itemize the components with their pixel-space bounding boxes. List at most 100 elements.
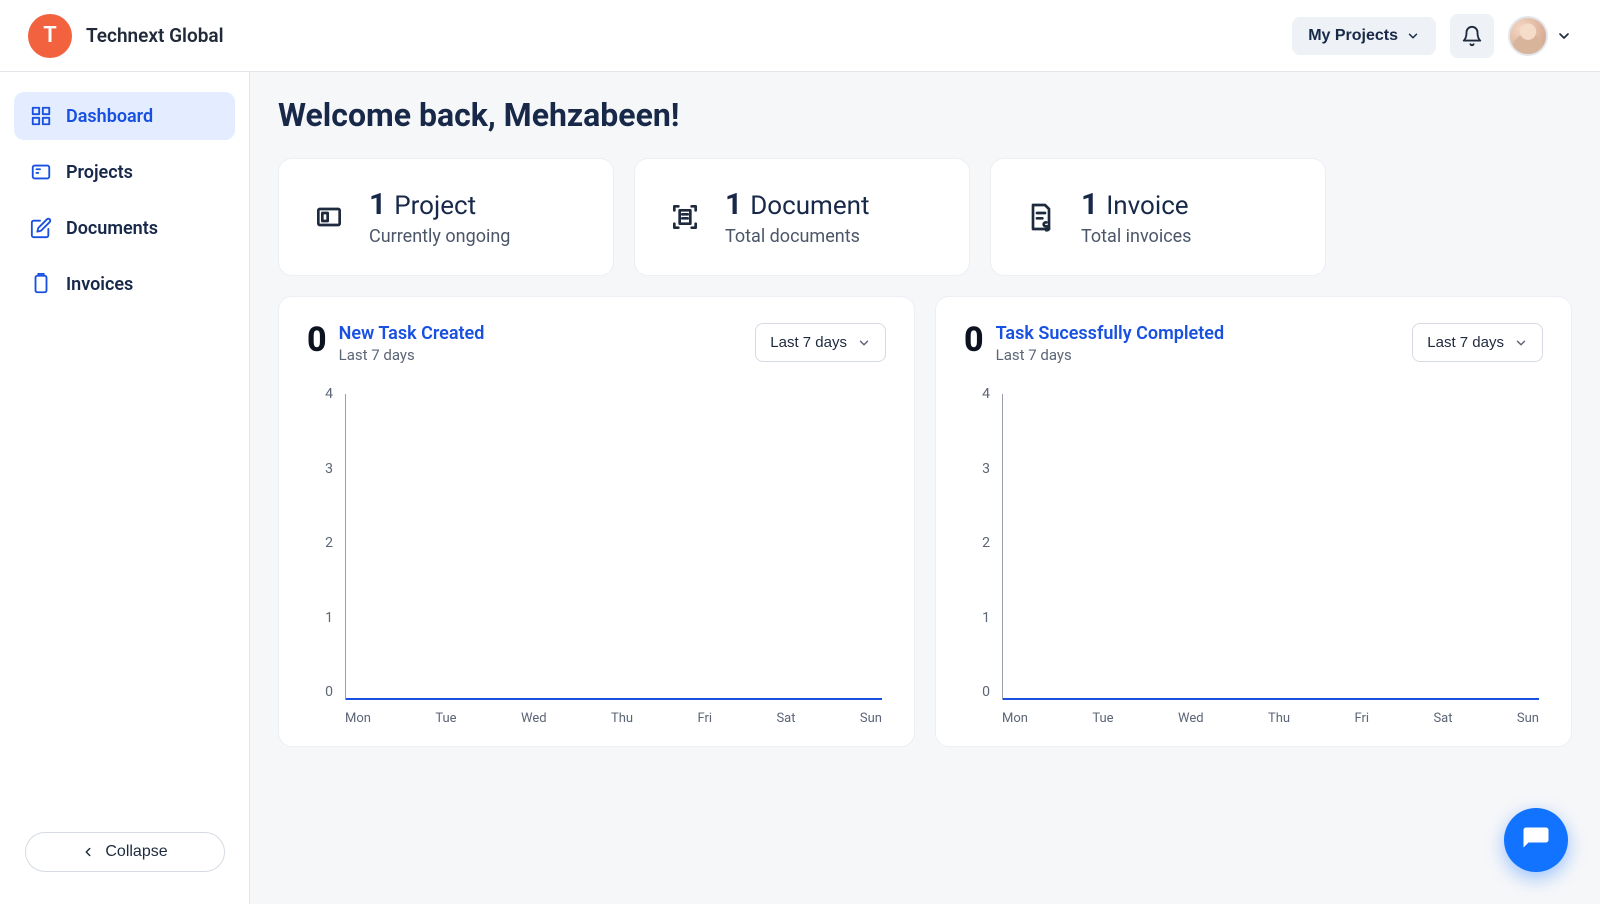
notifications-button[interactable] [1450, 14, 1494, 58]
topbar: T Technext Global My Projects [0, 0, 1600, 72]
invoice-icon [1023, 199, 1059, 235]
stat-card-document[interactable]: 1 Document Total documents [634, 158, 970, 276]
x-tick: Wed [521, 711, 547, 726]
x-tick: Fri [1354, 711, 1369, 726]
chart-plot: 4 3 2 1 0 Mon Tue Wed Thu Fri [964, 386, 1543, 726]
y-tick: 1 [325, 610, 339, 626]
chart-line [346, 698, 882, 700]
chevron-down-icon [1514, 336, 1528, 350]
y-tick: 3 [982, 461, 996, 477]
y-tick: 4 [982, 386, 996, 402]
chart-title-block: 0 Task Sucessfully Completed Last 7 days [964, 323, 1224, 364]
sidebar-item-dashboard[interactable]: Dashboard [14, 92, 235, 140]
invoices-icon [30, 273, 52, 295]
chart-bignum: 0 [964, 323, 984, 357]
x-tick: Sat [776, 711, 795, 726]
x-tick: Sun [1517, 711, 1539, 726]
documents-icon [30, 217, 52, 239]
chevron-left-icon [81, 845, 95, 859]
chart-title-block: 0 New Task Created Last 7 days [307, 323, 484, 364]
topbar-right: My Projects [1292, 14, 1572, 58]
x-axis: Mon Tue Wed Thu Fri Sat Sun [1002, 711, 1539, 726]
range-label: Last 7 days [770, 334, 847, 351]
chat-fab[interactable] [1504, 808, 1568, 872]
avatar [1508, 16, 1548, 56]
y-tick: 0 [982, 684, 996, 700]
y-axis: 4 3 2 1 0 [307, 386, 339, 700]
stat-card-invoice[interactable]: 1 Invoice Total invoices [990, 158, 1326, 276]
y-axis: 4 3 2 1 0 [964, 386, 996, 700]
stat-label: Document [750, 191, 869, 221]
main-content: Welcome back, Mehzabeen! 1 Project Curre… [250, 72, 1600, 904]
stat-count: 1 [1081, 187, 1098, 222]
bell-icon [1461, 25, 1483, 47]
stat-card-project[interactable]: 1 Project Currently ongoing [278, 158, 614, 276]
sidebar-item-projects[interactable]: Projects [14, 148, 235, 196]
sidebar: Dashboard Projects Documents Invoices C [0, 72, 250, 904]
user-menu[interactable] [1508, 16, 1572, 56]
sidebar-item-label: Dashboard [66, 106, 153, 127]
x-tick: Thu [1268, 711, 1290, 726]
collapse-label: Collapse [105, 843, 167, 861]
x-tick: Sat [1433, 711, 1452, 726]
sidebar-item-label: Invoices [66, 274, 133, 295]
project-icon [311, 199, 347, 235]
chat-icon [1521, 825, 1551, 855]
chart-line [1003, 698, 1539, 700]
chart-plot: 4 3 2 1 0 Mon Tue Wed Thu Fri [307, 386, 886, 726]
stat-row: 1 Project Currently ongoing 1 Document T… [278, 158, 1572, 276]
projects-icon [30, 161, 52, 183]
chart-title: New Task Created [339, 323, 485, 344]
stat-sub: Currently ongoing [369, 226, 510, 247]
stat-label: Project [394, 191, 476, 221]
x-tick: Tue [1092, 711, 1113, 726]
y-tick: 1 [982, 610, 996, 626]
chart-sub: Last 7 days [996, 346, 1224, 364]
chart-sub: Last 7 days [339, 346, 485, 364]
document-icon [667, 199, 703, 235]
y-tick: 2 [325, 535, 339, 551]
my-projects-label: My Projects [1308, 27, 1398, 45]
x-tick: Sun [860, 711, 882, 726]
chart-title: Task Sucessfully Completed [996, 323, 1224, 344]
stat-label: Invoice [1106, 191, 1188, 221]
stat-count: 1 [725, 187, 742, 222]
range-label: Last 7 days [1427, 334, 1504, 351]
sidebar-item-invoices[interactable]: Invoices [14, 260, 235, 308]
chart-row: 0 New Task Created Last 7 days Last 7 da… [278, 296, 1572, 747]
plot-area [345, 394, 882, 700]
sidebar-item-label: Documents [66, 218, 158, 239]
x-tick: Thu [611, 711, 633, 726]
x-tick: Mon [1002, 711, 1028, 726]
x-tick: Fri [697, 711, 712, 726]
x-axis: Mon Tue Wed Thu Fri Sat Sun [345, 711, 882, 726]
org-block[interactable]: T Technext Global [28, 14, 224, 58]
sidebar-item-documents[interactable]: Documents [14, 204, 235, 252]
chart-card-new-tasks: 0 New Task Created Last 7 days Last 7 da… [278, 296, 915, 747]
y-tick: 4 [325, 386, 339, 402]
x-tick: Tue [435, 711, 456, 726]
x-tick: Mon [345, 711, 371, 726]
y-tick: 2 [982, 535, 996, 551]
org-logo: T [28, 14, 72, 58]
y-tick: 3 [325, 461, 339, 477]
chart-bignum: 0 [307, 323, 327, 357]
org-name: Technext Global [86, 24, 224, 47]
y-tick: 0 [325, 684, 339, 700]
chevron-down-icon [1556, 28, 1572, 44]
x-tick: Wed [1178, 711, 1204, 726]
chart-range-dropdown[interactable]: Last 7 days [755, 323, 886, 362]
chevron-down-icon [1406, 29, 1420, 43]
sidebar-item-label: Projects [66, 162, 133, 183]
chart-range-dropdown[interactable]: Last 7 days [1412, 323, 1543, 362]
chevron-down-icon [857, 336, 871, 350]
my-projects-dropdown[interactable]: My Projects [1292, 17, 1436, 55]
stat-count: 1 [369, 187, 386, 222]
chart-card-completed-tasks: 0 Task Sucessfully Completed Last 7 days… [935, 296, 1572, 747]
welcome-heading: Welcome back, Mehzabeen! [278, 96, 1572, 134]
plot-area [1002, 394, 1539, 700]
collapse-sidebar-button[interactable]: Collapse [25, 832, 225, 872]
stat-sub: Total documents [725, 226, 870, 247]
stat-sub: Total invoices [1081, 226, 1191, 247]
dashboard-icon [30, 105, 52, 127]
